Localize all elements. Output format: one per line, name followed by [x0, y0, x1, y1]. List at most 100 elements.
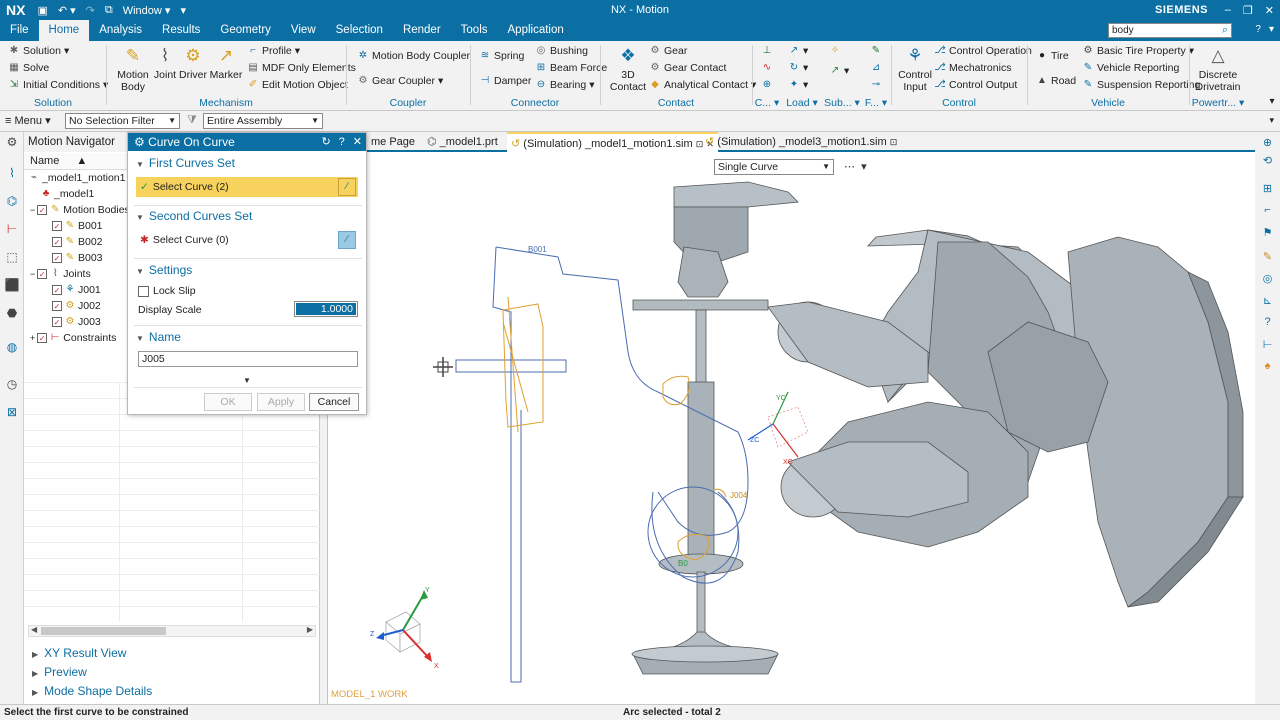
tab-analysis[interactable]: Analysis — [89, 20, 152, 41]
visibility-checkbox[interactable]: ✓ — [37, 333, 48, 343]
f-tool-3[interactable]: ⊸ — [870, 79, 882, 91]
profile-button[interactable]: ⌐ Profile ▾ — [247, 45, 300, 57]
spring-button[interactable]: ≋ Spring — [479, 50, 525, 62]
scroll-left-icon[interactable]: ◀ — [31, 625, 37, 634]
beam-force-button[interactable]: ⊞ Beam Force — [535, 62, 607, 74]
motion-navigator-icon[interactable]: ⌇ — [4, 166, 20, 182]
motion-body-button[interactable]: ✎ Motion Body — [115, 45, 151, 93]
command-search-input[interactable]: body — [1108, 23, 1232, 38]
display-scale-input[interactable]: 1.0000 — [294, 301, 358, 317]
section-first-curves-set[interactable]: ▼ First Curves Set — [136, 156, 235, 170]
window-menu[interactable]: Window ▾ — [123, 4, 171, 17]
suspension-reporting-button[interactable]: ✎ Suspension Reporting — [1082, 79, 1201, 91]
tab-model1-motion1-sim[interactable]: ↺ (Simulation) _model1_motion1.sim ⊡ ✕ — [507, 132, 718, 152]
lock-slip-checkbox[interactable] — [138, 285, 149, 297]
mdf-only-elements-button[interactable]: ▤ MDF Only Elements — [247, 62, 356, 74]
road-button[interactable]: ▲ Road — [1036, 75, 1076, 87]
section-name[interactable]: ▼ Name — [136, 330, 181, 344]
move-object-icon[interactable]: ⊕ — [1260, 136, 1275, 151]
redo-icon[interactable]: ↷ — [86, 4, 95, 17]
role-icon[interactable]: ♠ — [1260, 360, 1275, 375]
tab-model1-prt[interactable]: ⌬ _model1.prt — [423, 132, 502, 152]
tree-node-joints[interactable]: − ✓ ⌇ Joints — [30, 266, 91, 282]
menu-button[interactable]: ≡ Menu ▾ — [5, 114, 51, 127]
f-tool-1[interactable]: ✎ — [870, 45, 882, 57]
constraint-tool-1[interactable]: ⊥ — [761, 45, 773, 57]
panel-xy-result-view[interactable]: ▶ XY Result View — [32, 646, 126, 660]
joint-button[interactable]: ⌇ Joint — [153, 45, 177, 81]
tab-render[interactable]: Render — [393, 20, 451, 41]
load-tool-1[interactable]: ↗ ▾ — [788, 45, 808, 57]
view-triad[interactable] — [376, 590, 432, 662]
measure-icon[interactable]: ✎ — [1260, 250, 1275, 265]
more-options-icon[interactable]: ⋯ ▾ — [844, 160, 867, 173]
system-materials-icon[interactable]: ⊠ — [4, 405, 20, 421]
tab-geometry[interactable]: Geometry — [210, 20, 281, 41]
tab-home-page[interactable]: me Page — [367, 132, 419, 152]
save-icon[interactable]: ▣ — [37, 4, 47, 17]
driver-button[interactable]: ⚙ Driver — [179, 45, 207, 81]
more-options-chevron-icon[interactable]: ▼ — [243, 376, 251, 385]
bend-icon[interactable]: ⌐ — [1260, 204, 1275, 219]
curve-rule-dropdown[interactable]: Single Curve ▼ — [714, 159, 834, 175]
switch-window-icon[interactable]: ⧉ — [105, 4, 113, 17]
visibility-checkbox[interactable]: ✓ — [52, 285, 62, 295]
snap-view-icon[interactable]: ⟲ — [1260, 154, 1275, 169]
initial-conditions-button[interactable]: ⇲Initial Conditions ▾ — [8, 79, 109, 91]
damper-button[interactable]: ⊣ Damper — [479, 75, 532, 87]
tab-home[interactable]: Home — [38, 20, 90, 41]
reset-icon[interactable]: ↻ — [321, 133, 330, 151]
joint-name-input[interactable]: J005 — [138, 351, 358, 367]
visibility-checkbox[interactable]: ✓ — [37, 269, 48, 279]
history-icon[interactable]: ◷ — [4, 377, 20, 393]
collapse-icon[interactable]: − — [30, 266, 35, 282]
wcs-icon[interactable]: ⊢ — [1260, 338, 1275, 353]
settings-gear-icon[interactable]: ⚙ — [4, 135, 20, 151]
ribbon-options-icon[interactable]: ▾ — [1269, 24, 1274, 35]
edit-motion-object-button[interactable]: ✐ Edit Motion Object — [247, 79, 348, 91]
pin-icon[interactable]: ⊡ — [890, 137, 898, 147]
sub-tool-2[interactable]: ↗ ▾ — [829, 65, 849, 77]
constraint-tool-3[interactable]: ⊕ — [761, 79, 773, 91]
visibility-checkbox[interactable]: ✓ — [52, 221, 62, 231]
expand-icon[interactable]: + — [30, 330, 35, 346]
ribbon-overflow-button[interactable]: ▾ — [1266, 96, 1278, 108]
solution-button[interactable]: ✱ Solution ▾ — [8, 45, 69, 57]
scroll-right-icon[interactable]: ▶ — [307, 625, 313, 634]
visibility-checkbox[interactable]: ✓ — [37, 205, 48, 215]
3d-contact-button[interactable]: ❖ 3D Contact — [609, 45, 647, 93]
csys-icon[interactable]: ⊾ — [1260, 294, 1275, 309]
constraint-navigator-icon[interactable]: ⊢ — [4, 222, 20, 238]
tree-node-model[interactable]: ♣ _model1 — [40, 186, 95, 202]
collapse-icon[interactable]: − — [30, 202, 35, 218]
ok-button[interactable]: OK — [204, 393, 252, 411]
visibility-checkbox[interactable]: ✓ — [52, 253, 62, 263]
tab-selection[interactable]: Selection — [326, 20, 393, 41]
tree-node-j001[interactable]: ✓ ⚘ J001 — [52, 282, 101, 298]
filter-reset-icon[interactable]: ⧩ — [187, 114, 197, 127]
solve-button[interactable]: ▦ Solve — [8, 62, 49, 74]
vehicle-reporting-button[interactable]: ✎ Vehicle Reporting — [1082, 62, 1180, 74]
dialog-gear-icon[interactable]: ⚙ — [134, 135, 148, 149]
control-output-button[interactable]: ⎇ Control Output — [934, 79, 1017, 91]
marker-button[interactable]: ↗ Marker — [209, 45, 243, 81]
tree-node-b001[interactable]: ✓ ✎ B001 — [52, 218, 103, 234]
visibility-checkbox[interactable]: ✓ — [52, 301, 62, 311]
section-second-curves-set[interactable]: ▼ Second Curves Set — [136, 209, 252, 223]
hd3d-tools-icon[interactable]: ⬣ — [4, 306, 20, 322]
tree-node-b002[interactable]: ✓ ✎ B002 — [52, 234, 103, 250]
bearing-button[interactable]: ⊖ Bearing ▾ — [535, 79, 595, 91]
assembly-navigator-icon[interactable]: ⬚ — [4, 250, 20, 266]
reuse-library-icon[interactable]: ⬛ — [4, 278, 20, 294]
visibility-checkbox[interactable]: ✓ — [52, 237, 62, 247]
curve-select-icon[interactable]: ∕ — [338, 231, 356, 249]
customize-icon[interactable]: ▾ — [180, 4, 186, 17]
undo-icon[interactable]: ↶ ▾ — [58, 4, 76, 17]
control-operation-button[interactable]: ⎇ Control Operation — [934, 45, 1032, 57]
selection-filter-dropdown[interactable]: No Selection Filter ▼ — [65, 113, 180, 129]
flag-icon[interactable]: ⚑ — [1260, 226, 1275, 241]
curve-select-icon[interactable]: ∕ — [338, 178, 356, 196]
panel-preview[interactable]: ▶ Preview — [32, 665, 87, 679]
panel-mode-shape-details[interactable]: ▶ Mode Shape Details — [32, 684, 152, 698]
hide-icon[interactable]: ◎ — [1260, 272, 1275, 287]
